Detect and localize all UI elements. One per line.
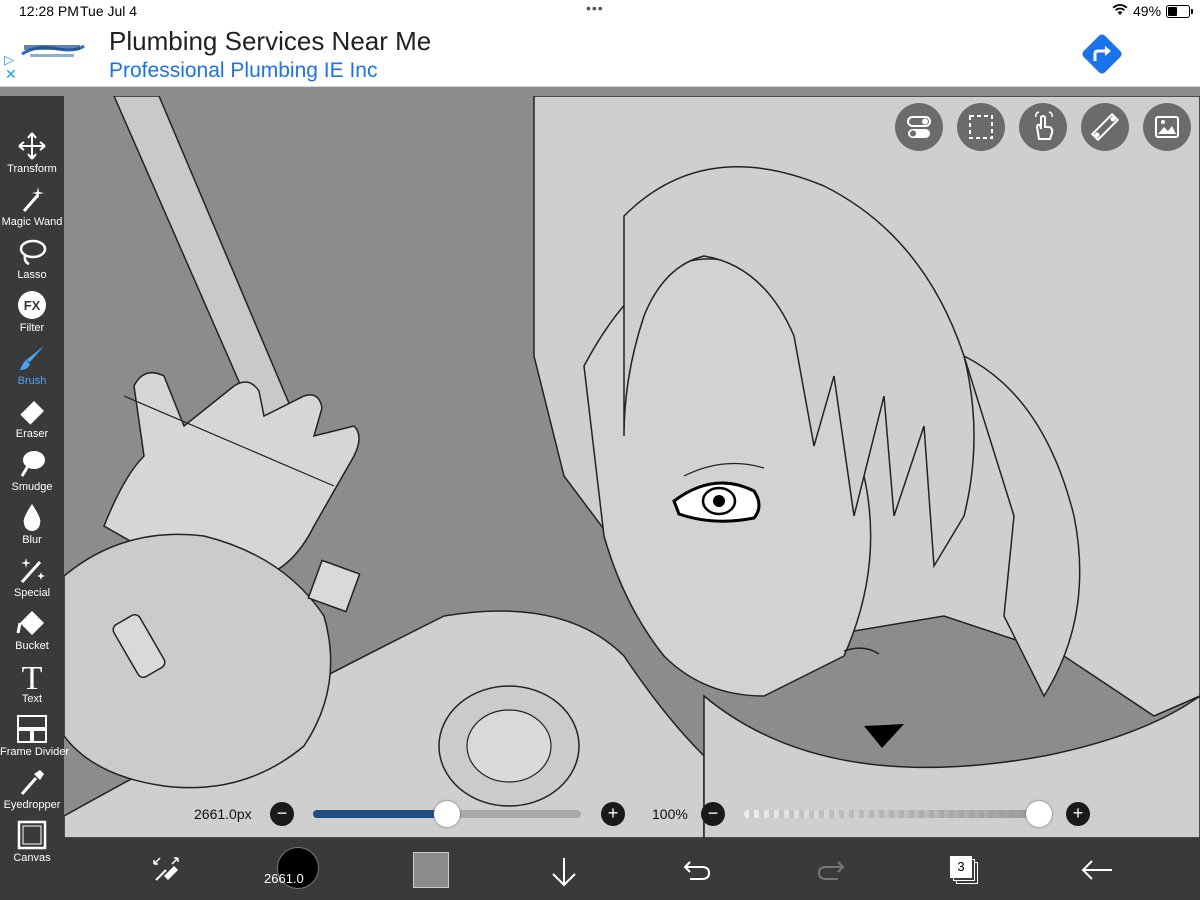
tool-transform[interactable]: Transform (0, 128, 64, 181)
tool-blur[interactable]: Blur (0, 499, 64, 552)
blur-icon (23, 504, 41, 531)
tool-palette: Transform Magic Wand Lasso FX Filter Bru… (0, 96, 70, 900)
touch-icon[interactable] (1019, 103, 1067, 151)
brush-size-label: 2661.0px (194, 806, 252, 822)
ad-banner[interactable]: ▷ ✕ Plumbing Services Near Me Profession… (0, 22, 1200, 87)
ad-subtitle[interactable]: Professional Plumbing IE Inc (109, 59, 377, 83)
battery-icon (1166, 5, 1193, 18)
ad-close-icon[interactable]: ✕ (5, 66, 17, 83)
tool-brush[interactable]: Brush (0, 340, 64, 393)
tool-eyedropper[interactable]: Eyedropper (0, 764, 64, 817)
svg-text:T: T (22, 660, 43, 692)
tool-label: Filter (19, 322, 45, 334)
brush-size-increase-button[interactable]: + (601, 802, 625, 826)
lasso-icon (19, 239, 47, 266)
tool-special[interactable]: Special (0, 552, 64, 605)
smudge-icon (20, 451, 45, 477)
tool-label: Special (13, 587, 51, 599)
tool-label: Brush (17, 375, 47, 387)
special-icon (20, 558, 45, 584)
swap-brush-eraser-icon[interactable] (150, 854, 182, 886)
image-icon[interactable] (1143, 103, 1191, 151)
tool-text[interactable]: T Text (0, 658, 64, 711)
tool-label: Smudge (11, 481, 53, 493)
tool-label: Magic Wand (1, 216, 63, 228)
selection-icon[interactable] (957, 103, 1005, 151)
ruler-icon[interactable] (1081, 103, 1129, 151)
magic-wand-icon (22, 187, 44, 212)
tool-magic-wand[interactable]: Magic Wand (0, 181, 64, 234)
brush-size-decrease-button[interactable]: − (270, 802, 294, 826)
status-bar: 12:28 PM Tue Jul 4 ••• 49% (0, 0, 1200, 22)
canvas-icon (17, 820, 47, 850)
current-color-swatch[interactable] (413, 852, 449, 888)
status-time: 12:28 PM (19, 3, 79, 19)
tool-bucket[interactable]: Bucket (0, 605, 64, 658)
download-arrow-icon[interactable] (550, 856, 578, 888)
tool-lasso[interactable]: Lasso (0, 234, 64, 287)
opacity-label: 100% (652, 806, 688, 822)
redo-icon[interactable] (816, 858, 846, 882)
bucket-icon (16, 611, 44, 635)
transform-icon (18, 132, 46, 160)
tool-canvas[interactable]: Canvas (0, 817, 64, 870)
tool-frame-divider[interactable]: Frame Divider (0, 711, 70, 764)
opacity-decrease-button[interactable]: − (701, 802, 725, 826)
tool-label: Eraser (15, 428, 49, 440)
line-art (64, 96, 1200, 838)
brush-size-knob[interactable] (434, 801, 460, 827)
layers-count: 3 (950, 856, 972, 878)
opacity-increase-button[interactable]: + (1066, 802, 1090, 826)
opacity-fill (744, 810, 1040, 818)
opacity-knob[interactable] (1026, 801, 1052, 827)
undo-icon[interactable] (682, 858, 712, 882)
drawing-canvas[interactable] (64, 96, 1200, 838)
tool-label: Lasso (17, 269, 47, 281)
wifi-icon (1112, 4, 1128, 15)
tool-label: Bucket (15, 640, 49, 652)
brush-icon (20, 346, 44, 370)
multitasking-dots-icon[interactable]: ••• (586, 0, 604, 16)
bottom-toolbar: 2661.0 3 (64, 838, 1200, 900)
eraser-icon (19, 401, 44, 426)
ad-title[interactable]: Plumbing Services Near Me (109, 26, 431, 57)
toggle-icon[interactable] (895, 103, 943, 151)
tool-label: Canvas (13, 852, 51, 864)
layers-button[interactable]: 3 (950, 856, 980, 886)
text-icon: T (22, 660, 43, 692)
brush-size-fill (313, 810, 447, 818)
tool-eraser[interactable]: Eraser (0, 393, 64, 446)
tool-filter[interactable]: FX Filter (0, 287, 64, 340)
tool-smudge[interactable]: Smudge (0, 446, 64, 499)
eyedropper-icon (20, 770, 44, 795)
tool-label: Text (21, 693, 43, 705)
tool-label: Frame Divider (0, 746, 70, 758)
opacity-slider[interactable] (744, 810, 1052, 818)
filter-fx-icon: FX (18, 291, 46, 319)
status-date: Tue Jul 4 (80, 3, 138, 19)
frame-divider-icon (17, 715, 47, 743)
brush-preview-size: 2661.0 (264, 871, 304, 886)
directions-icon[interactable] (1075, 27, 1129, 81)
advertiser-logo (21, 44, 85, 57)
back-arrow-icon[interactable] (1080, 858, 1114, 882)
tool-label: Eyedropper (3, 799, 61, 811)
tool-label: Transform (7, 163, 57, 175)
tool-label: Blur (22, 534, 42, 546)
svg-text:FX: FX (24, 298, 41, 313)
battery-percent: 49% (1133, 3, 1162, 19)
